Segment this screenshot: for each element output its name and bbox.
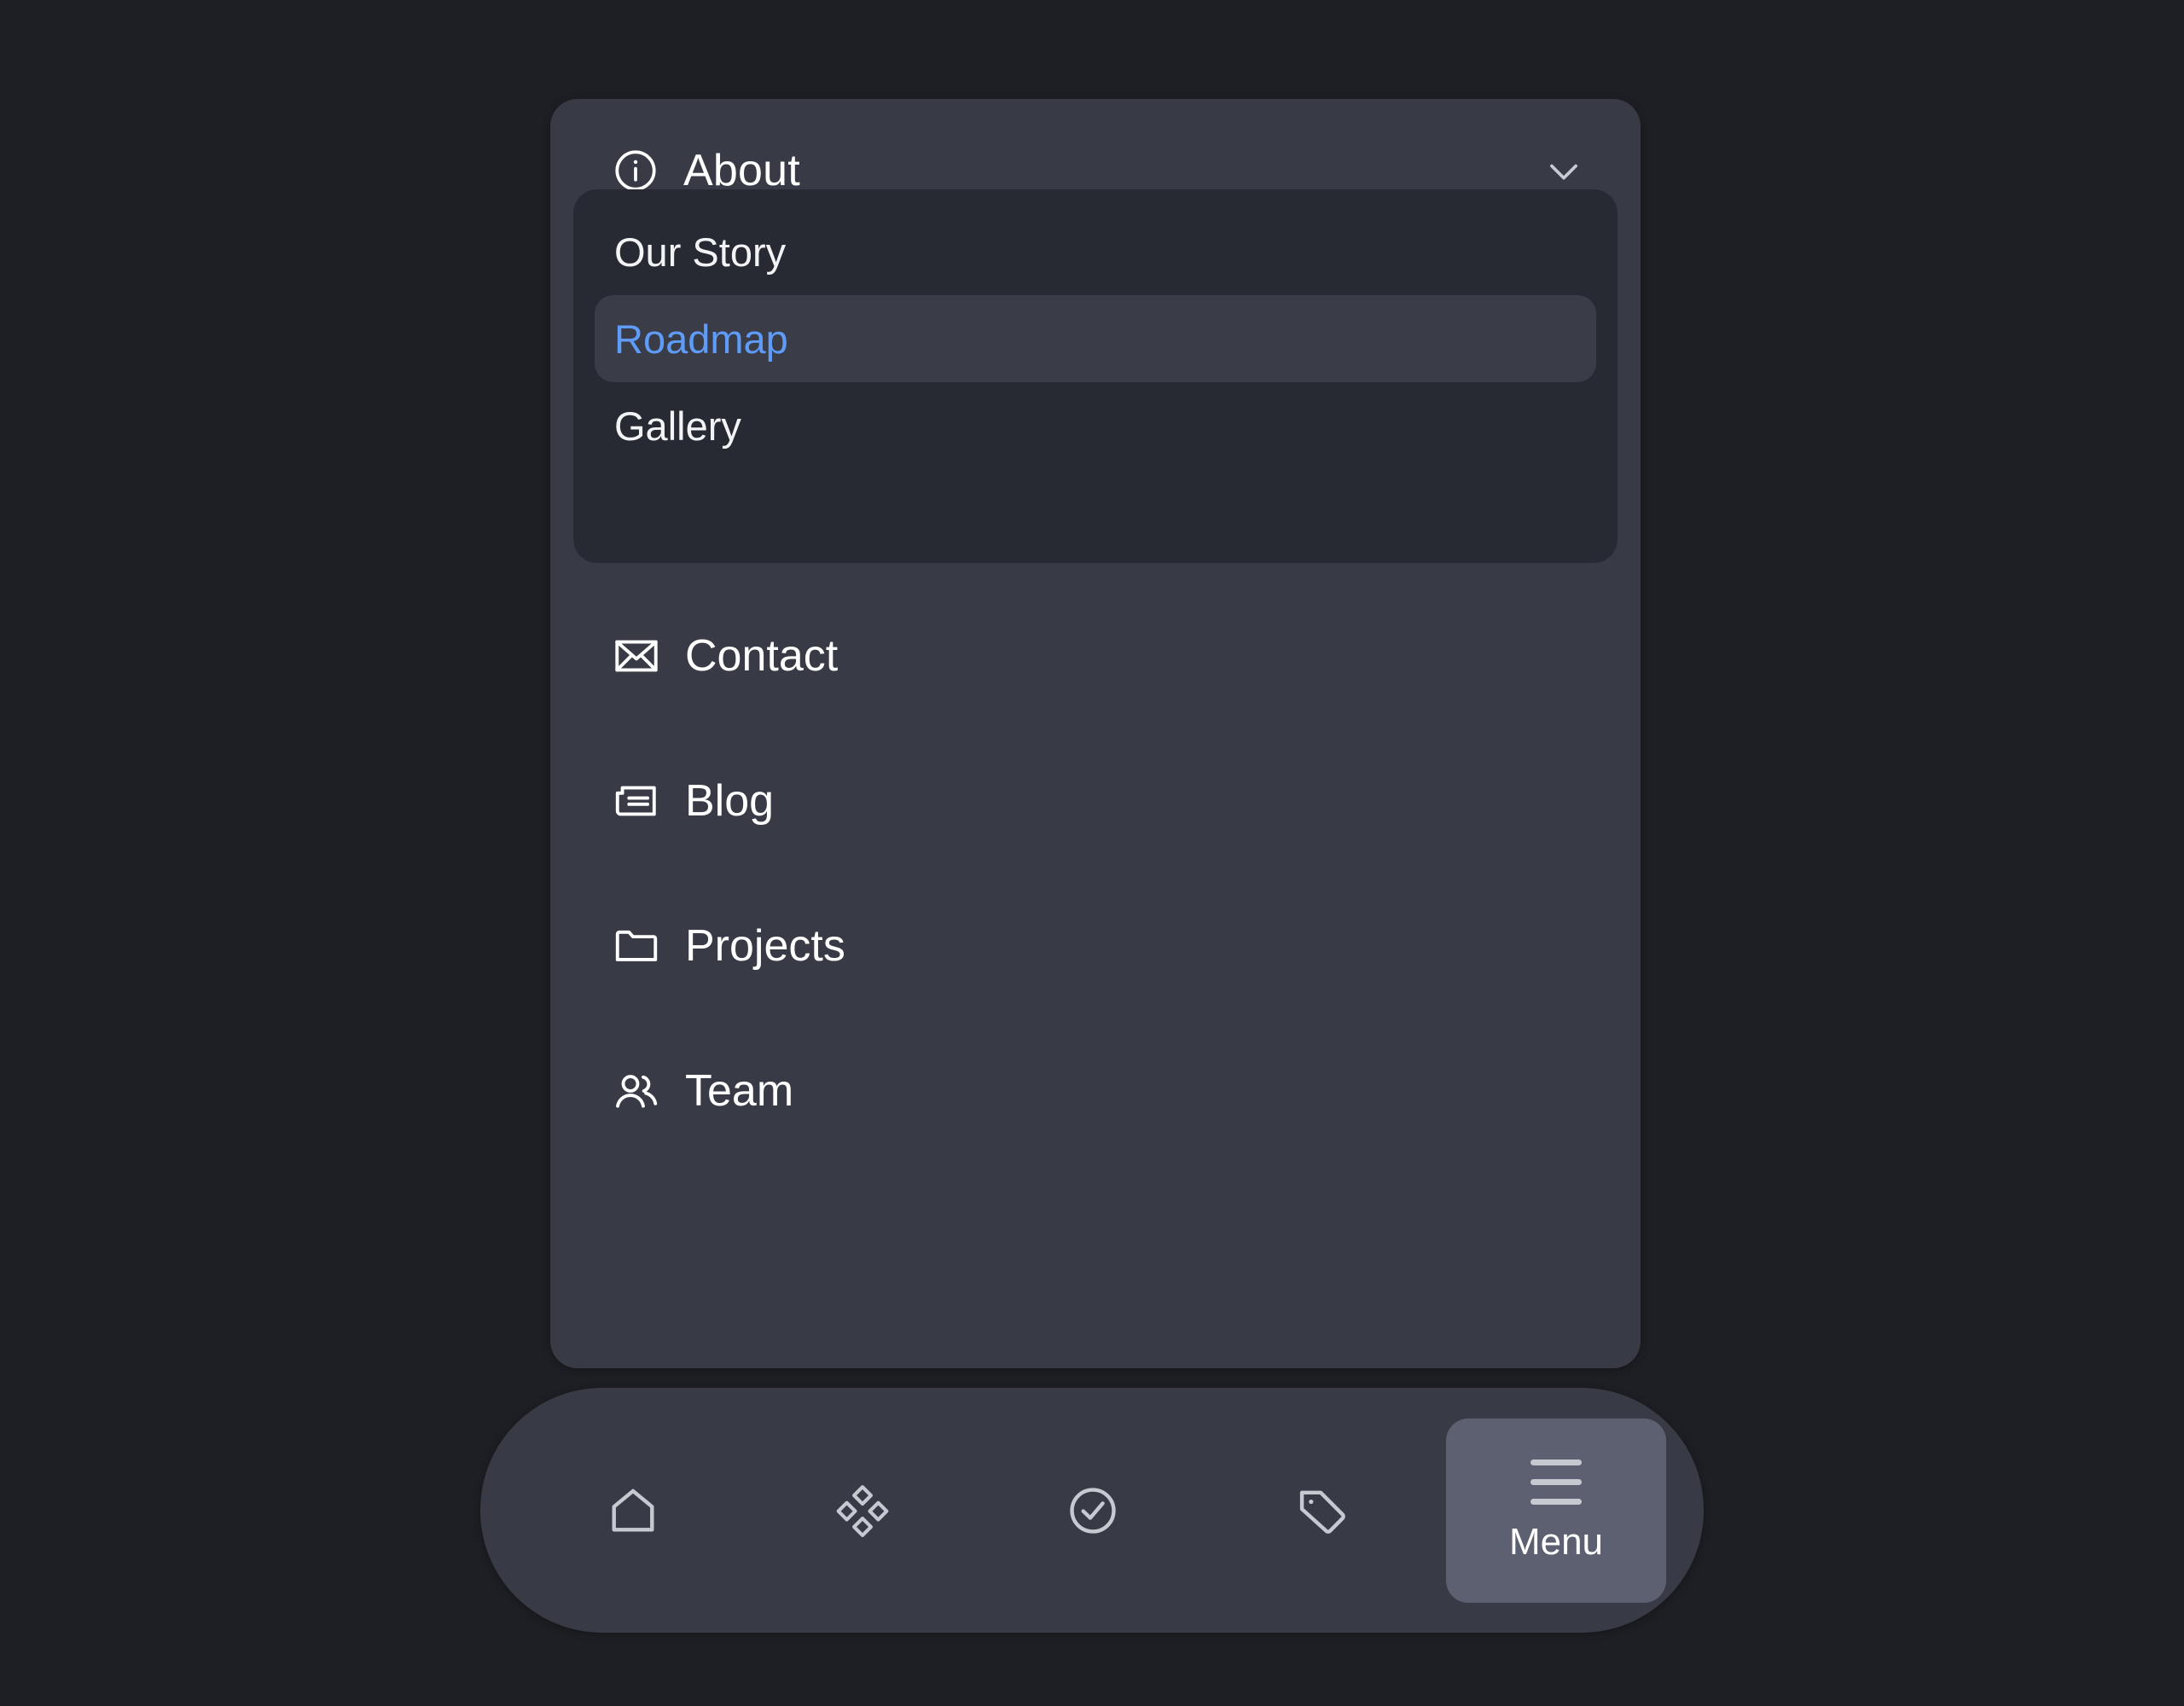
menu-item-blog[interactable]: Blog — [550, 728, 1641, 873]
check-circle-icon — [1063, 1481, 1123, 1541]
about-submenu: Our Story Roadmap Gallery — [573, 189, 1618, 563]
apps-grid-icon — [833, 1481, 892, 1541]
dock-item-tags[interactable] — [1208, 1388, 1438, 1633]
submenu-item-roadmap[interactable]: Roadmap — [595, 295, 1596, 382]
menu-item-label: Contact — [685, 631, 839, 681]
about-label: About — [683, 146, 800, 195]
hamburger-icon — [1531, 1459, 1582, 1505]
submenu-item-label: Roadmap — [614, 316, 788, 362]
menu-item-label: Projects — [685, 921, 845, 971]
submenu-item-our-story[interactable]: Our Story — [595, 208, 1596, 295]
submenu-item-label: Gallery — [614, 403, 741, 449]
dock-item-menu[interactable]: Menu — [1446, 1418, 1666, 1603]
home-icon — [603, 1481, 663, 1541]
menu-nav-list: Contact Blog Projects Team — [550, 583, 1641, 1163]
hamburger-bar — [1531, 1459, 1582, 1465]
envelope-icon — [612, 631, 661, 681]
menu-item-projects[interactable]: Projects — [550, 873, 1641, 1018]
menu-item-label: Team — [685, 1066, 794, 1116]
hamburger-bar — [1531, 1499, 1582, 1505]
submenu-item-gallery[interactable]: Gallery — [595, 382, 1596, 469]
chevron-down-icon[interactable] — [1540, 147, 1588, 194]
dock-item-home[interactable] — [518, 1388, 748, 1633]
dock-item-apps[interactable] — [748, 1388, 979, 1633]
menu-item-contact[interactable]: Contact — [550, 583, 1641, 728]
hamburger-bar — [1531, 1479, 1582, 1485]
menu-item-label: Blog — [685, 776, 775, 826]
users-icon — [612, 1066, 661, 1116]
newspaper-icon — [612, 776, 661, 826]
submenu-item-label: Our Story — [614, 229, 787, 275]
info-circle-icon — [612, 147, 659, 194]
dock-item-label: Menu — [1508, 1521, 1604, 1563]
bottom-navigation-dock: Menu — [480, 1388, 1704, 1633]
menu-item-team[interactable]: Team — [550, 1018, 1641, 1163]
folder-icon — [612, 921, 661, 971]
tag-icon — [1292, 1481, 1352, 1541]
about-menu-panel: About Our Story Roadmap Gallery Contact … — [550, 99, 1641, 1368]
dock-item-tasks[interactable] — [978, 1388, 1208, 1633]
